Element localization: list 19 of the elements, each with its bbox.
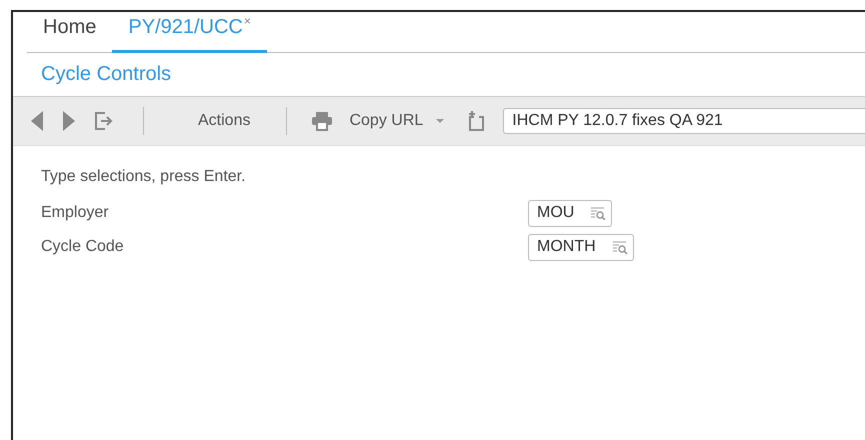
input-field[interactable]: MOU bbox=[528, 200, 612, 226]
page-title: Cycle Controls bbox=[40, 62, 172, 87]
bookmark-field[interactable]: IHCM PY 12.0.7 fixes QA 921 bbox=[503, 108, 865, 134]
instructions-text: Type selections, press Enter. bbox=[41, 168, 247, 186]
lookup-icon[interactable] bbox=[590, 206, 606, 220]
field-label: Employer bbox=[41, 204, 110, 222]
forward-icon[interactable] bbox=[61, 110, 77, 132]
back-icon[interactable] bbox=[29, 110, 45, 132]
exit-icon[interactable] bbox=[93, 110, 115, 132]
close-tab-button[interactable]: × bbox=[244, 14, 251, 28]
actions-button[interactable]: Actions bbox=[168, 112, 274, 130]
field-label: Cycle Code bbox=[41, 238, 125, 256]
lookup-icon[interactable] bbox=[612, 240, 628, 254]
print-icon[interactable] bbox=[311, 111, 334, 131]
tab[interactable]: PY/921/UCC$^{×}$ bbox=[112, 12, 267, 53]
caret-icon bbox=[435, 118, 446, 124]
copy-url-button[interactable]: Copy URL bbox=[349, 112, 466, 130]
tab[interactable]: Home bbox=[27, 12, 112, 52]
input-field[interactable]: MONTH bbox=[528, 234, 634, 260]
